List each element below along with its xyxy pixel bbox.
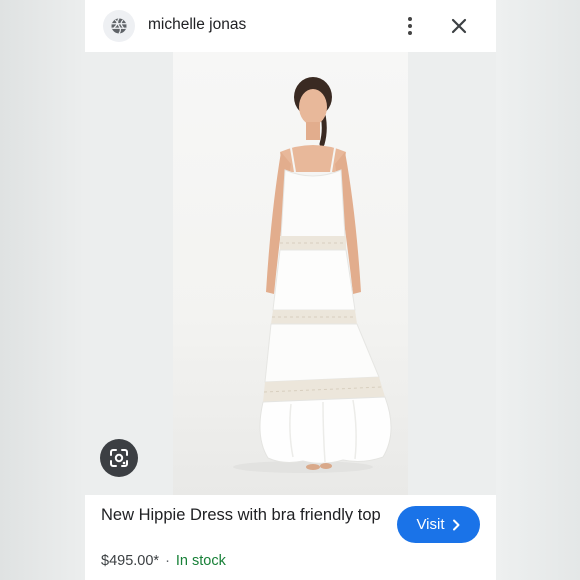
product-info: New Hippie Dress with bra friendly top $… [85, 495, 496, 580]
background-left [0, 0, 85, 580]
visit-label: Visit [416, 516, 445, 533]
site-name[interactable]: michelle jonas [148, 16, 246, 34]
product-price: $495.00* [101, 553, 160, 569]
separator: · [165, 553, 170, 569]
product-image-area [85, 52, 496, 495]
more-vert-icon[interactable] [401, 14, 419, 38]
background-right [496, 0, 580, 580]
chevron-right-icon [452, 519, 460, 530]
stock-status: In stock [175, 553, 226, 569]
product-title[interactable]: New Hippie Dress with bra friendly top [101, 505, 391, 526]
globe-icon [103, 10, 135, 42]
close-icon[interactable] [449, 16, 469, 36]
google-lens-icon[interactable] [100, 439, 138, 477]
price-row: $495.00* · In stock [101, 553, 226, 569]
card-header: michelle jonas [85, 0, 496, 52]
result-card: michelle jonas New Hippie Dress with bra… [85, 0, 496, 580]
product-photo[interactable] [173, 52, 408, 495]
visit-button[interactable]: Visit [397, 506, 480, 543]
